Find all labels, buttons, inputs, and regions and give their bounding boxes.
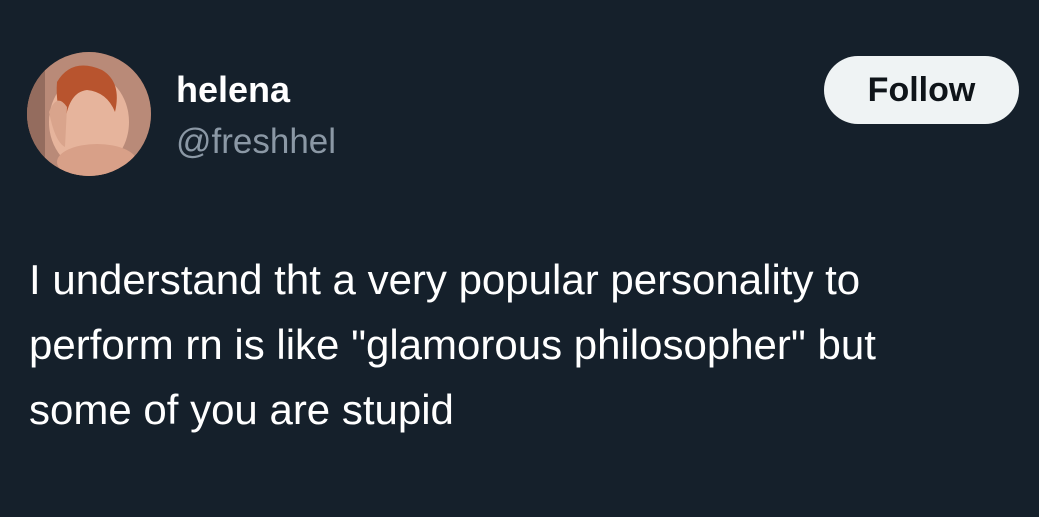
tweet-text: I understand tht a very popular personal…: [29, 256, 876, 433]
display-name[interactable]: helena: [176, 70, 290, 110]
avatar-photo-icon: [27, 52, 151, 176]
tweet-card: helena @freshhel Follow I understand tht…: [0, 0, 1039, 517]
user-handle[interactable]: @freshhel: [176, 122, 336, 162]
follow-button[interactable]: Follow: [824, 56, 1019, 124]
avatar[interactable]: [27, 52, 151, 176]
